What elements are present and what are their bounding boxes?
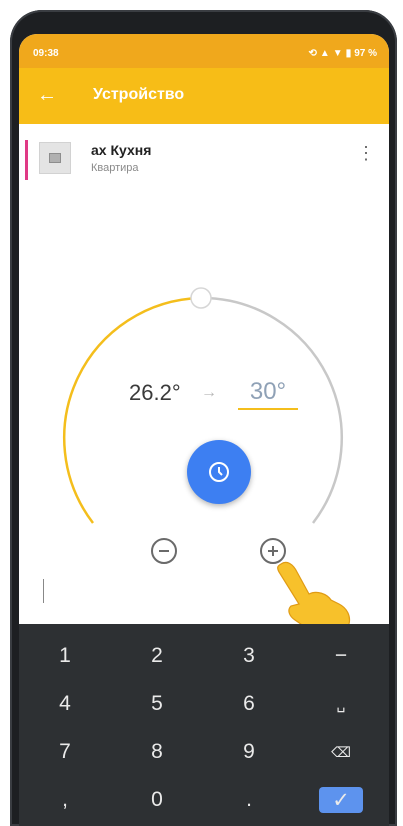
arrow-right-icon: →	[201, 384, 217, 401]
key-3[interactable]: 3	[203, 632, 295, 680]
key-1[interactable]: 1	[19, 632, 111, 680]
key-minus[interactable]: −	[295, 632, 387, 680]
key-enter[interactable]: ✓	[295, 776, 387, 824]
temperature-dial[interactable]	[19, 34, 389, 594]
schedule-button[interactable]	[187, 440, 251, 504]
dial-handle[interactable]	[190, 287, 212, 309]
key-8[interactable]: 8	[111, 728, 203, 776]
numeric-keyboard: 1 2 3 − 4 5 6 ␣ 7 8 9 ⌫ , 0 . ✓	[19, 624, 389, 826]
dial-arc-active	[63, 296, 202, 524]
key-7[interactable]: 7	[19, 728, 111, 776]
key-0[interactable]: 0	[111, 776, 203, 824]
text-cursor	[43, 579, 44, 603]
key-5[interactable]: 5	[111, 680, 203, 728]
key-comma[interactable]: ,	[19, 776, 111, 824]
phone-frame: 09:38 ⟲ ▲ ▼ ▮ 97 % ← Устройство ах Кухня…	[10, 10, 397, 826]
screen: 09:38 ⟲ ▲ ▼ ▮ 97 % ← Устройство ах Кухня…	[19, 34, 389, 826]
clock-icon	[209, 462, 229, 482]
key-2[interactable]: 2	[111, 632, 203, 680]
key-4[interactable]: 4	[19, 680, 111, 728]
key-backspace[interactable]: ⌫	[295, 728, 387, 776]
minus-circle-icon[interactable]	[151, 538, 177, 564]
check-icon: ✓	[319, 787, 363, 813]
key-9[interactable]: 9	[203, 728, 295, 776]
key-dot[interactable]: .	[203, 776, 295, 824]
current-temperature: 26.2°	[129, 380, 181, 405]
key-6[interactable]: 6	[203, 680, 295, 728]
key-space[interactable]: ␣	[295, 680, 387, 728]
target-temperature-input[interactable]: 30°	[238, 378, 298, 410]
